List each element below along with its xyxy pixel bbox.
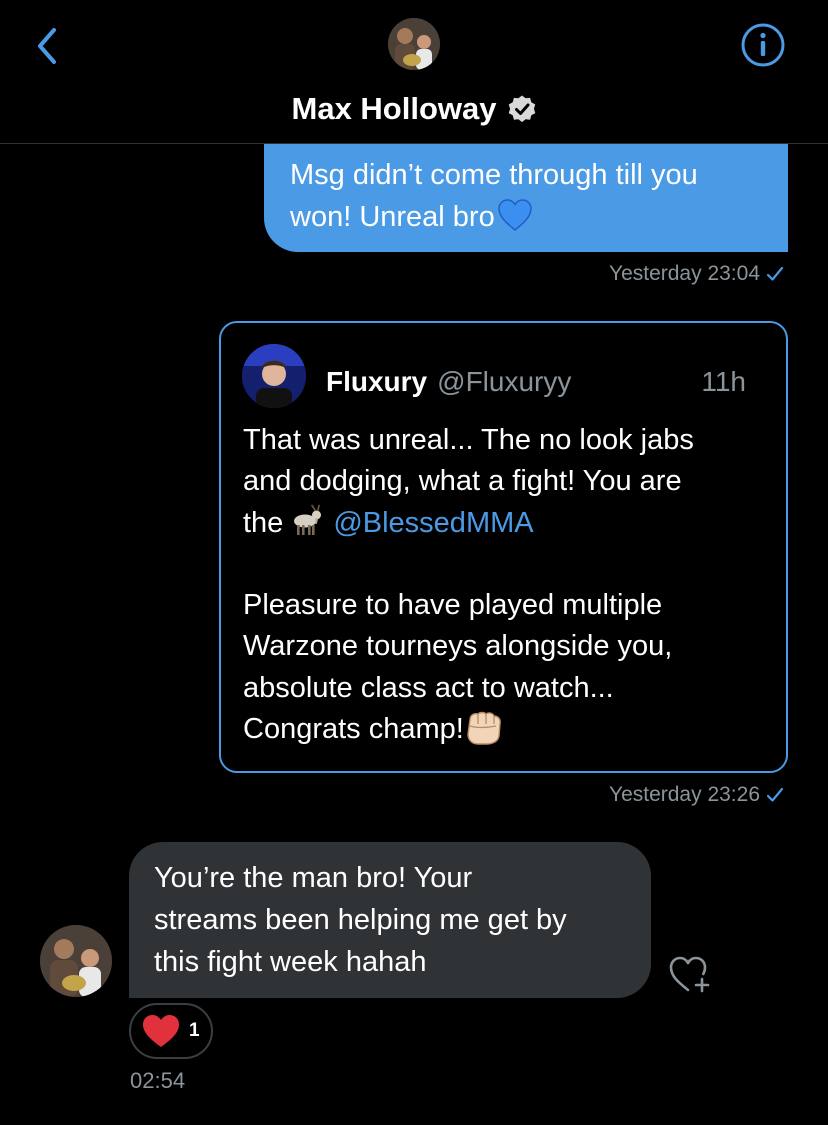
goat-emoji-icon [294,504,322,535]
contact-name: Max Holloway [291,91,497,126]
tweet-text-line: Warzone tourneys alongside you, [243,630,673,663]
message-text-line: You’re the man bro! Your [154,862,473,894]
checkmark-icon [766,787,784,802]
fist-bump-emoji-icon [467,711,501,745]
tweet-text: the [243,506,284,539]
sender-avatar[interactable] [40,925,112,997]
received-message-bubble[interactable]: You’re the man bro! Your streams been he… [129,842,651,998]
message-timestamp: 02:54 [130,1068,186,1093]
info-button[interactable] [740,22,786,68]
blue-heart-emoji-icon [497,199,532,231]
info-circle-icon [741,23,785,67]
message-text: won! Unreal bro [290,201,495,233]
avatar-photo [40,925,112,997]
add-reaction-button[interactable] [668,954,712,996]
avatar-photo [388,18,440,70]
red-heart-emoji-icon [143,1015,179,1047]
tweet-author-name[interactable]: Fluxury [326,366,427,398]
reaction-badge[interactable]: 1 [129,1003,213,1059]
contact-avatar[interactable] [388,18,440,70]
sent-message-bubble[interactable]: Msg didn’t come through till you won! Un… [264,144,788,252]
conversation-title[interactable]: Max Holloway [0,86,828,132]
reaction-count: 1 [189,1020,200,1041]
back-button[interactable] [30,24,66,68]
message-text-line: streams been helping me get by [154,904,567,936]
verified-badge-icon [508,95,535,123]
tweet-text-line: the @BlessedMMA [243,503,763,544]
heart-plus-icon [669,956,710,993]
tweet-mention-link[interactable]: @BlessedMMA [333,507,533,539]
tweet-author-avatar[interactable] [242,344,306,408]
message-timestamp: Yesterday 23:04 [608,262,760,285]
tweet-text-line: absolute class act to watch... [243,671,614,704]
message-timestamp: Yesterday 23:26 [608,783,760,806]
tweet-text-line: Congrats champ! [243,709,763,750]
message-meta: Yesterday 23:26 [609,783,784,807]
message-text-line: this fight week hahah [154,946,427,978]
tweet-author-handle: @Fluxuryy [437,366,572,397]
tweet-time: 11h [701,366,746,397]
tweet-body: That was unreal... The no look jabs and … [243,420,763,750]
checkmark-icon [766,266,784,281]
tweet-text: Congrats champ! [243,713,464,746]
tweet-header: Fluxury @Fluxuryy 11h [326,362,746,402]
tweet-text-line: Pleasure to have played multiple [243,589,663,622]
chevron-left-icon [38,28,56,64]
tweet-text-line: That was unreal... The no look jabs [243,424,694,456]
message-text-line: won! Unreal bro [290,196,764,238]
message-text-line: Msg didn’t come through till you [290,159,698,191]
avatar-photo [242,344,306,408]
message-meta: Yesterday 23:04 [609,262,784,286]
tweet-text-line: and dodging, what a fight! You are [243,465,682,498]
